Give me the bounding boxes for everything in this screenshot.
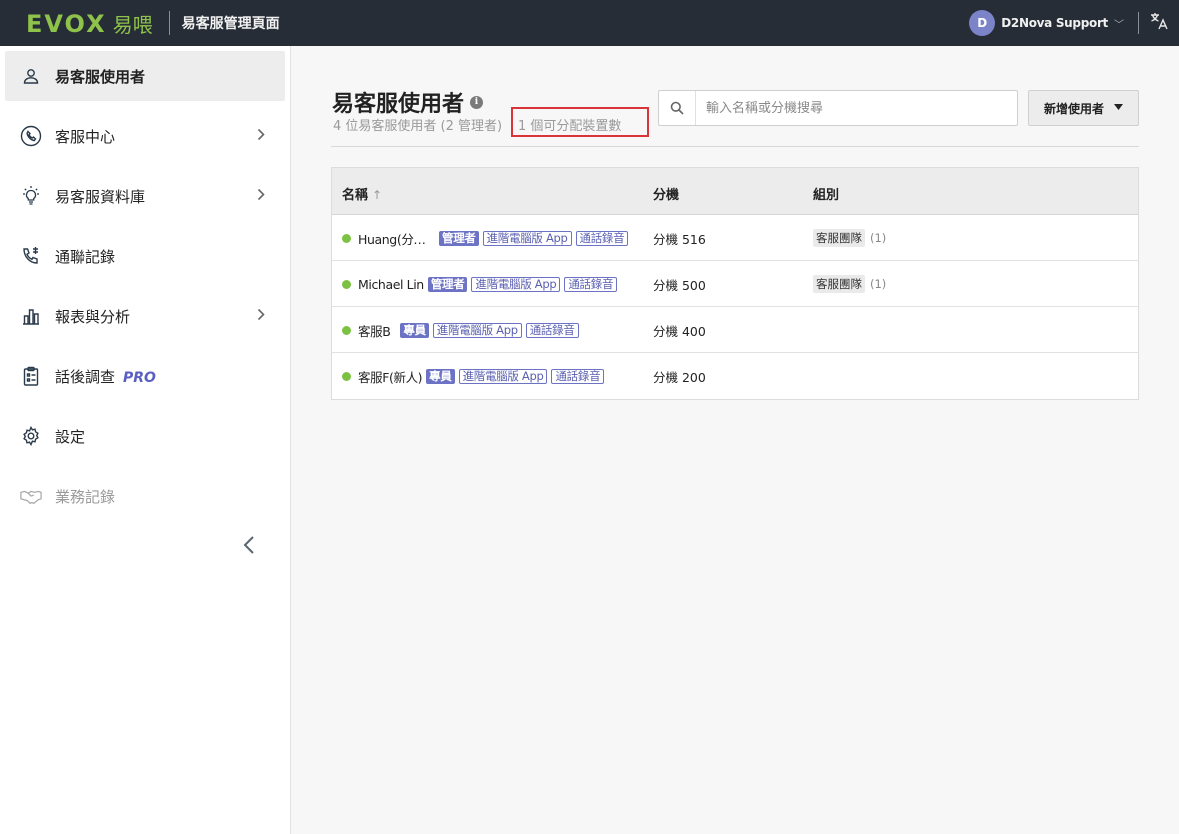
extension: 分機 516 (653, 231, 706, 247)
feature-tag: 通話錄音 (525, 322, 579, 338)
clipboard-icon (20, 365, 42, 387)
add-user-button[interactable]: 新增使用者 (1028, 90, 1139, 126)
feature-tag: 進階電腦版 App (482, 230, 572, 246)
users-table: 名稱 ↑ 分機 組別 Huang(分… 管理者 進階電腦版 App 通話錄音 分機… (331, 167, 1139, 400)
sidebar-item-business-log[interactable]: 業務記錄 (5, 471, 285, 521)
translate-icon[interactable] (1149, 11, 1169, 35)
table-row[interactable]: Huang(分… 管理者 進階電腦版 App 通話錄音 分機 516 客服團隊 … (332, 215, 1138, 261)
top-bar: EVOX 易喂 易客服管理頁面 D D2Nova Support ﹀ (0, 0, 1179, 46)
caret-down-icon (1114, 103, 1123, 113)
user-icon (20, 65, 42, 87)
status-online-dot (342, 279, 351, 289)
extension: 分機 400 (653, 323, 706, 339)
sidebar: 易客服使用者 客服中心 易客服資料庫 通聯記錄 報表與分析 話後調查 PRO 設… (0, 46, 291, 834)
feature-tag: 通話錄音 (551, 368, 605, 384)
device-count: 1 個可分配裝置數 (511, 107, 649, 137)
logo-cn: 易喂 (112, 12, 153, 37)
user-name[interactable]: 客服F(新人) (358, 367, 423, 386)
phone-log-icon (20, 245, 42, 267)
handshake-icon (20, 485, 42, 507)
sidebar-item-reports[interactable]: 報表與分析 (5, 291, 285, 341)
chart-icon (20, 305, 42, 327)
status-online-dot (342, 233, 351, 243)
column-label: 名稱 (342, 188, 369, 203)
table-row[interactable]: 客服B 專員 進階電腦版 App 通話錄音 分機 400 (332, 307, 1138, 353)
user-name[interactable]: Huang(分… (358, 229, 435, 248)
sidebar-item-label: 報表與分析 (55, 307, 131, 326)
table-header: 名稱 ↑ 分機 組別 (332, 168, 1138, 215)
header-divider-right (1138, 12, 1139, 34)
header-divider-line (331, 146, 1139, 147)
collapse-sidebar-button[interactable] (236, 532, 262, 558)
header-divider (168, 11, 170, 35)
main-content: 易客服使用者 i 4 位易客服使用者 (2 管理者) 1 個可分配裝置數 新增使… (291, 46, 1179, 834)
logo-text: EVOX (26, 9, 107, 38)
search-input[interactable] (696, 100, 996, 116)
chevron-right-icon (257, 188, 265, 205)
column-header-name[interactable]: 名稱 ↑ (342, 184, 382, 203)
feature-tag: 通話錄音 (564, 276, 618, 292)
logo[interactable]: EVOX 易喂 (26, 9, 153, 38)
extension: 分機 200 (653, 369, 706, 385)
app-title: 易客服管理頁面 (181, 16, 280, 32)
feature-tag: 通話錄音 (575, 230, 629, 246)
status-online-dot (342, 371, 351, 381)
table-row[interactable]: Michael Lin 管理者 進階電腦版 App 通話錄音 分機 500 客服… (332, 261, 1138, 307)
call-center-icon (20, 125, 42, 147)
role-tag: 專員 (426, 368, 455, 384)
feature-tag: 進階電腦版 App (471, 276, 561, 292)
feature-tag: 進階電腦版 App (458, 368, 548, 384)
extension: 分機 500 (653, 277, 706, 293)
user-name[interactable]: 客服B (358, 321, 391, 340)
sidebar-item-call-center[interactable]: 客服中心 (5, 111, 285, 161)
page-title-text: 易客服使用者 (332, 92, 465, 117)
info-icon[interactable]: i (470, 95, 484, 109)
page-title: 易客服使用者 i (332, 86, 484, 118)
role-tag: 管理者 (427, 276, 468, 292)
search-box (658, 90, 1018, 126)
group-chip: 客服團隊 (813, 275, 865, 293)
sidebar-item-label: 客服中心 (55, 127, 116, 146)
sidebar-item-call-log[interactable]: 通聯記錄 (5, 231, 285, 281)
sidebar-item-label: 通聯記錄 (55, 247, 116, 266)
column-header-group: 組別 (813, 188, 840, 203)
lightbulb-icon (20, 185, 42, 207)
user-count: 4 位易客服使用者 (2 管理者) (333, 119, 503, 134)
column-header-extension: 分機 (653, 188, 680, 203)
sidebar-item-users[interactable]: 易客服使用者 (5, 51, 285, 101)
user-name[interactable]: Michael Lin (358, 277, 424, 292)
pro-badge: PRO (123, 369, 156, 386)
status-online-dot (342, 325, 351, 335)
role-tag: 專員 (400, 322, 429, 338)
sidebar-item-label: 話後調查 PRO (55, 366, 156, 387)
sidebar-item-label: 業務記錄 (55, 487, 116, 506)
sidebar-item-label: 易客服使用者 (55, 67, 146, 86)
table-row[interactable]: 客服F(新人) 專員 進階電腦版 App 通話錄音 分機 200 (332, 353, 1138, 399)
avatar[interactable]: D (969, 10, 996, 36)
sidebar-item-knowledge-base[interactable]: 易客服資料庫 (5, 171, 285, 221)
sidebar-item-label: 易客服資料庫 (55, 187, 146, 206)
chevron-right-icon (257, 128, 265, 145)
sidebar-item-settings[interactable]: 設定 (5, 411, 285, 461)
group-chip: 客服團隊 (813, 229, 865, 247)
sidebar-item-label: 設定 (55, 427, 86, 446)
user-menu[interactable]: D2Nova Support (1001, 16, 1108, 30)
search-icon (659, 91, 696, 125)
role-tag: 管理者 (439, 230, 479, 246)
add-user-label: 新增使用者 (1043, 101, 1104, 116)
sidebar-item-survey[interactable]: 話後調查 PRO (5, 351, 285, 401)
gear-icon (20, 425, 42, 447)
group-count: (1) (870, 231, 887, 245)
chevron-right-icon (257, 308, 265, 325)
sort-ascending-icon[interactable]: ↑ (372, 188, 382, 202)
group-count: (1) (870, 277, 887, 291)
chevron-down-icon[interactable]: ﹀ (1114, 16, 1124, 31)
feature-tag: 進階電腦版 App (432, 322, 522, 338)
survey-label: 話後調查 (55, 367, 116, 386)
